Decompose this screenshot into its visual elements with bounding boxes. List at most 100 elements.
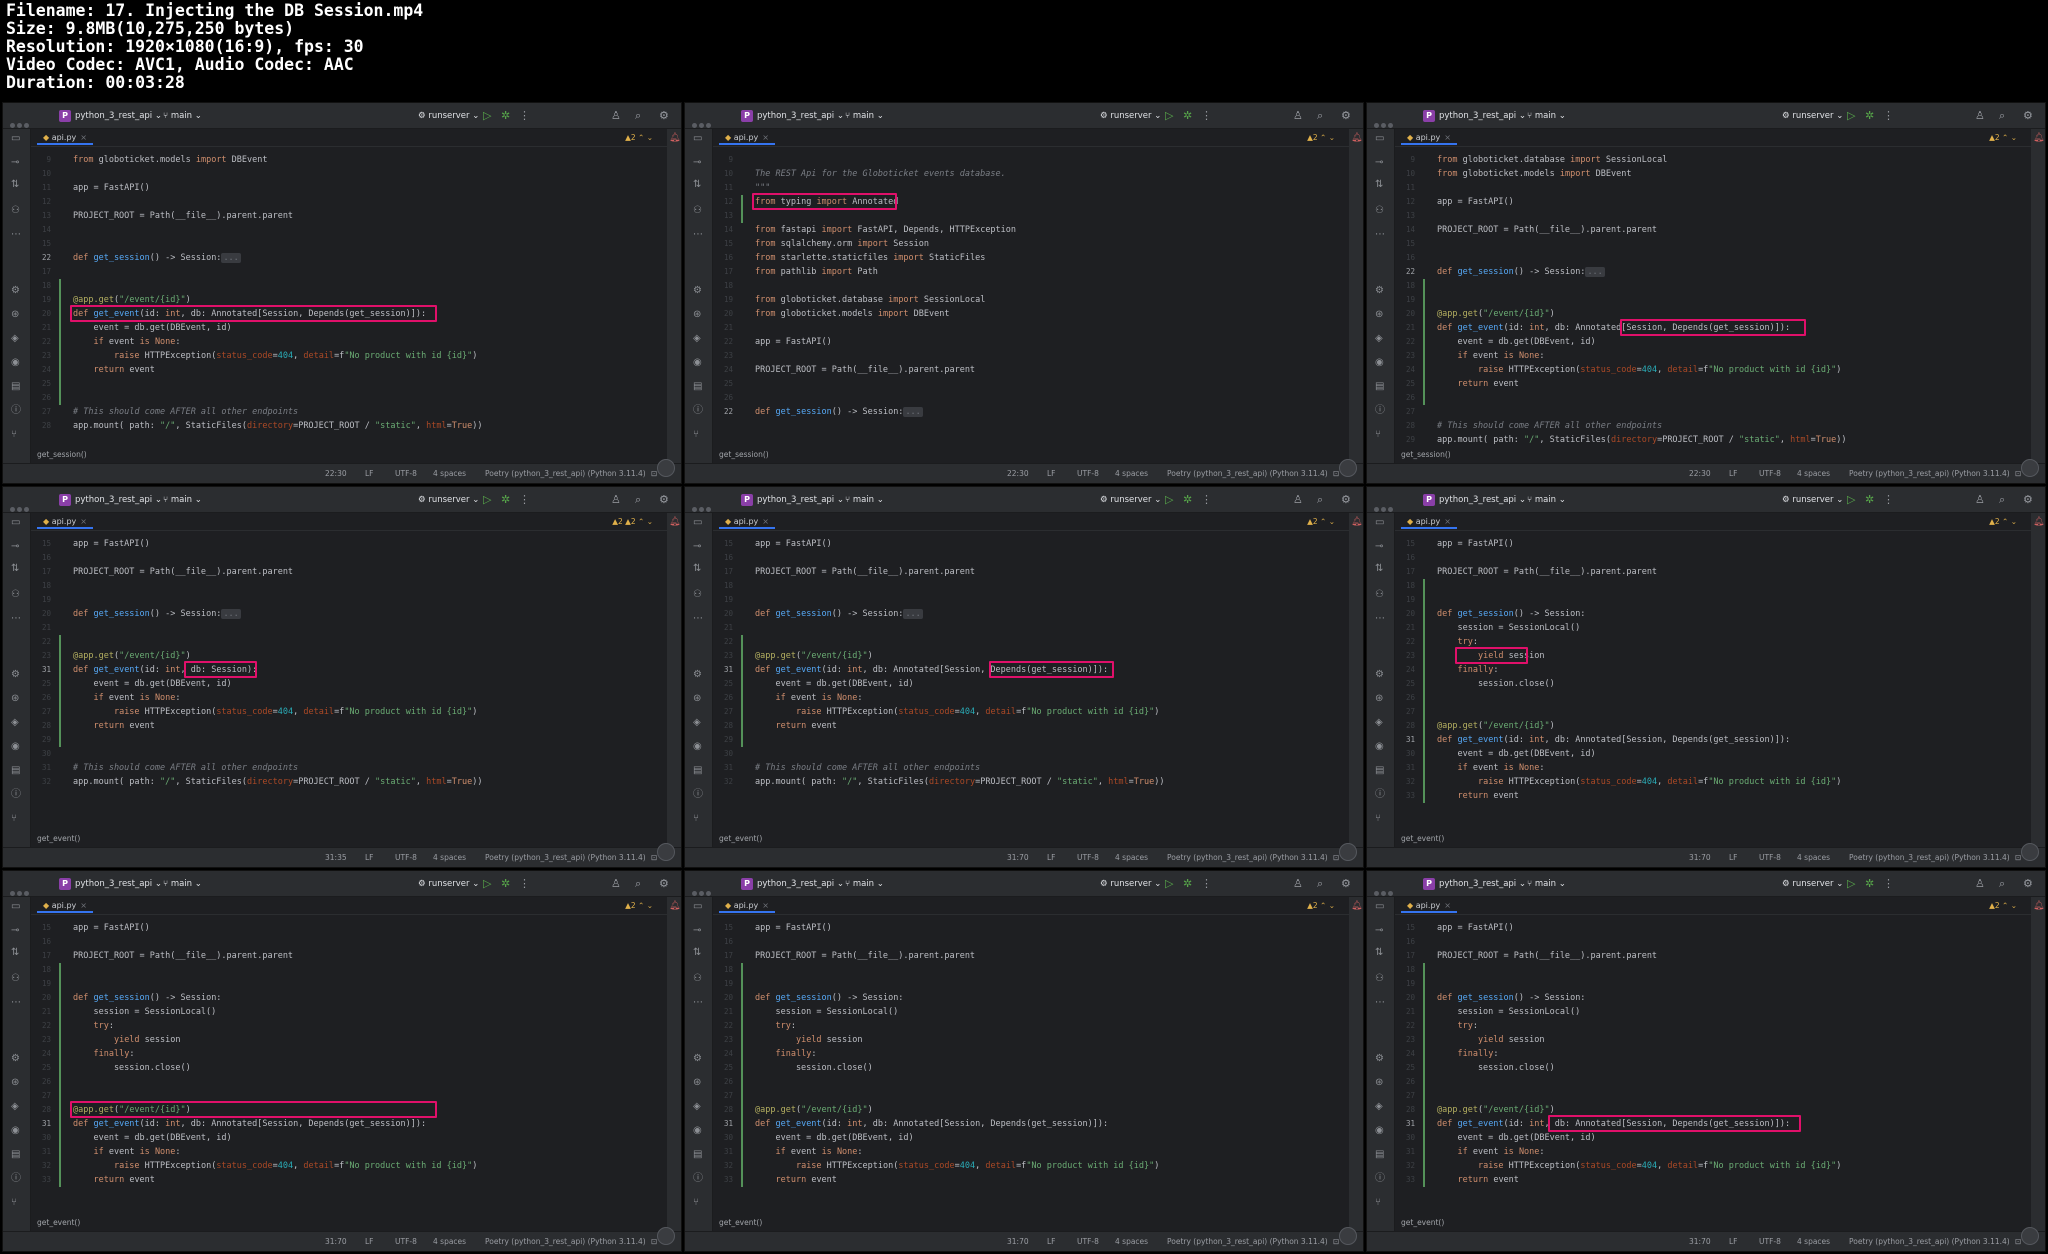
code-line[interactable]: PROJECT_ROOT = Path(__file__).parent.par… — [755, 949, 975, 963]
ai-assistant-icon[interactable] — [1339, 1227, 1357, 1245]
git-icon[interactable]: ⑂ — [11, 813, 17, 825]
tab-api-py[interactable]: ◆ api.py × — [719, 515, 775, 529]
code-line[interactable]: @app.get("/event/{id}") — [755, 1103, 873, 1117]
code-line[interactable]: from sqlalchemy.orm import Session — [755, 237, 929, 251]
interpreter[interactable]: Poetry (python_3_rest_api) (Python 3.11.… — [1849, 1237, 2010, 1246]
pull-request-icon[interactable]: ⇅ — [1375, 947, 1383, 959]
run-tool-icon[interactable]: ◉ — [1375, 357, 1384, 369]
code-line[interactable]: app = FastAPI() — [755, 537, 832, 551]
structure-icon[interactable]: ⚇ — [693, 973, 702, 985]
interpreter[interactable]: Poetry (python_3_rest_api) (Python 3.11.… — [1849, 853, 2010, 862]
debug-icon[interactable]: ✲ — [1865, 109, 1874, 123]
code-line[interactable]: PROJECT_ROOT = Path(__file__).parent.par… — [755, 363, 975, 377]
notifications-icon[interactable]: 🔔︎ — [1351, 517, 1362, 527]
settings-icon[interactable]: ⚙ — [2023, 493, 2033, 507]
line-ending[interactable]: LF — [365, 853, 374, 862]
warnings-indicator[interactable]: ▲2 ⌃ ⌄ — [1307, 517, 1335, 526]
code-line[interactable]: app.mount( path: "/", StaticFiles(direct… — [755, 775, 1165, 789]
interpreter[interactable]: Poetry (python_3_rest_api) (Python 3.11.… — [1849, 469, 2010, 478]
folder-icon[interactable]: ▭ — [11, 517, 20, 529]
debug-icon[interactable]: ✲ — [1183, 493, 1192, 507]
notifications-icon[interactable]: 🔔︎ — [669, 901, 680, 911]
file-encoding[interactable]: UTF-8 — [1077, 853, 1099, 862]
code-line[interactable]: app.mount( path: "/", StaticFiles(direct… — [73, 775, 483, 789]
python-packages-icon[interactable]: ⊛ — [11, 309, 19, 321]
ai-assistant-icon[interactable] — [2021, 1227, 2039, 1245]
search-icon[interactable]: ⌕ — [1317, 493, 1323, 507]
code-line[interactable]: event = db.get(DBEvent, id) — [1437, 747, 1595, 761]
code-editor[interactable]: 15 16 17 18 19 20 21 22 23 24 25 26 27 28 31 30 31 32 33 ap… — [713, 915, 1349, 1213]
services-icon[interactable]: ⚙ — [11, 1053, 20, 1065]
pull-request-icon[interactable]: ⇅ — [1375, 179, 1383, 191]
services-icon[interactable]: ⚙ — [11, 669, 20, 681]
breadcrumb[interactable]: get_event() — [719, 1218, 762, 1227]
structure-icon[interactable]: ⚇ — [693, 589, 702, 601]
code-line[interactable]: if event is None: — [73, 1145, 180, 1159]
code-line[interactable]: def get_event(id: int, db: Annotated[Ses… — [1437, 733, 1790, 747]
commit-icon[interactable]: ⊸ — [1375, 541, 1383, 553]
code-line[interactable]: raise HTTPException(status_code=404, det… — [73, 1159, 477, 1173]
git-icon[interactable]: ⑂ — [1375, 1197, 1381, 1209]
code-line[interactable]: return event — [755, 1173, 836, 1187]
more-tools-icon[interactable]: ⋯ — [1375, 613, 1385, 625]
code-line[interactable]: from pathlib import Path — [755, 265, 878, 279]
tab-api-py[interactable]: ◆ api.py × — [37, 515, 93, 529]
code-line[interactable]: The REST Api for the Globoticket events … — [755, 167, 1006, 181]
ai-assistant-icon[interactable] — [2021, 843, 2039, 861]
ai-assistant-icon[interactable] — [657, 843, 675, 861]
code-line[interactable]: @app.get("/event/{id}") — [73, 649, 191, 663]
add-user-icon[interactable]: ♙ — [1975, 109, 1985, 123]
cursor-position[interactable]: 31:70 — [1689, 853, 1711, 862]
cursor-position[interactable]: 31:70 — [325, 1237, 347, 1246]
run-tool-icon[interactable]: ◉ — [693, 1125, 702, 1137]
interpreter[interactable]: Poetry (python_3_rest_api) (Python 3.11.… — [485, 853, 646, 862]
file-encoding[interactable]: UTF-8 — [395, 1237, 417, 1246]
settings-icon[interactable]: ⚙ — [659, 109, 669, 123]
python-packages-icon[interactable]: ⊛ — [1375, 1077, 1383, 1089]
pull-request-icon[interactable]: ⇅ — [693, 563, 701, 575]
project-selector[interactable]: python_3_rest_api ⌄ — [757, 111, 844, 121]
git-icon[interactable]: ⑂ — [11, 1197, 17, 1209]
folder-icon[interactable]: ▭ — [1375, 901, 1384, 913]
run-config-selector[interactable]: ⚙ runserver ⌄ — [418, 495, 479, 505]
interpreter[interactable]: Poetry (python_3_rest_api) (Python 3.11.… — [1167, 469, 1328, 478]
window-controls[interactable] — [1374, 881, 1396, 896]
python-packages-icon[interactable]: ⊛ — [693, 693, 701, 705]
code-line[interactable]: event = db.get(DBEvent, id) — [1437, 335, 1595, 349]
breadcrumb[interactable]: get_event() — [1401, 1218, 1444, 1227]
cursor-position[interactable]: 31:70 — [1007, 1237, 1029, 1246]
python-packages-icon[interactable]: ⊛ — [693, 309, 701, 321]
window-controls[interactable] — [1374, 497, 1396, 512]
search-icon[interactable]: ⌕ — [1317, 877, 1323, 891]
pull-request-icon[interactable]: ⇅ — [1375, 563, 1383, 575]
code-line[interactable]: raise HTTPException(status_code=404, det… — [1437, 1159, 1841, 1173]
folder-icon[interactable]: ▭ — [693, 517, 702, 529]
code-line[interactable]: try: — [73, 1019, 113, 1033]
warnings-indicator[interactable]: ▲2 ⌃ ⌄ — [1307, 133, 1335, 142]
code-editor[interactable]: 15 16 17 18 19 20 21 22 23 24 25 26 27 28 31 30 31 32 33 ap… — [1395, 531, 2031, 829]
more-tools-icon[interactable]: ⋯ — [1375, 229, 1385, 241]
indent-setting[interactable]: 4 spaces — [433, 469, 466, 478]
commit-icon[interactable]: ⊸ — [11, 925, 19, 937]
terminal-icon[interactable]: ▤ — [1375, 381, 1384, 393]
code-line[interactable]: def get_session() -> Session:... — [73, 607, 241, 621]
branch-selector[interactable]: ⑂ main ⌄ — [1527, 879, 1566, 889]
commit-icon[interactable]: ⊸ — [1375, 925, 1383, 937]
breadcrumb[interactable]: get_event() — [37, 1218, 80, 1227]
git-icon[interactable]: ⑂ — [693, 429, 699, 441]
debug-icon[interactable]: ✲ — [1865, 493, 1874, 507]
line-ending[interactable]: LF — [1729, 469, 1738, 478]
code-editor[interactable]: 9 10 11 12 13 14 15 22 17 18 19 20 21 22 23 24 25 26 27 28 f… — [31, 147, 667, 445]
code-line[interactable]: if event is None: — [73, 335, 180, 349]
add-user-icon[interactable]: ♙ — [1975, 877, 1985, 891]
code-line[interactable]: event = db.get(DBEvent, id) — [755, 677, 913, 691]
layers-icon[interactable]: ◈ — [1375, 1101, 1383, 1113]
code-line[interactable]: from fastapi import FastAPI, Depends, HT… — [755, 223, 1016, 237]
cursor-position[interactable]: 22:30 — [325, 469, 347, 478]
pull-request-icon[interactable]: ⇅ — [11, 179, 19, 191]
branch-selector[interactable]: ⑂ main ⌄ — [1527, 111, 1566, 121]
folder-icon[interactable]: ▭ — [1375, 133, 1384, 145]
problems-icon[interactable]: ⓘ — [693, 1173, 703, 1185]
window-controls[interactable] — [692, 881, 714, 896]
cursor-position[interactable]: 22:30 — [1007, 469, 1029, 478]
